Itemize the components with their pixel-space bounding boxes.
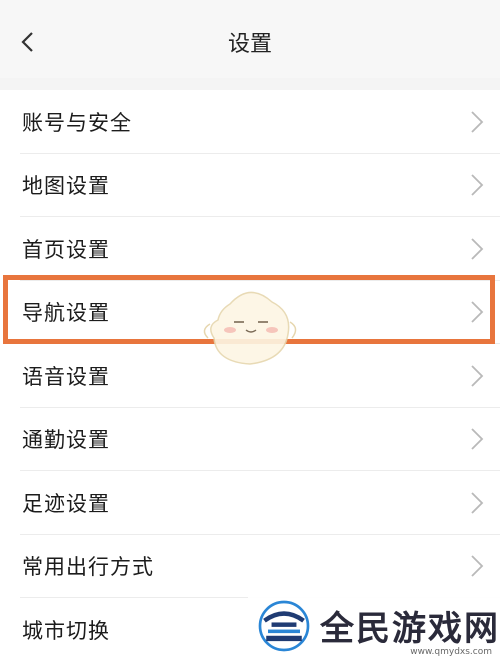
watermark-url: www.qmydxs.com [410, 647, 492, 657]
chevron-right-icon [471, 301, 484, 323]
settings-list: 账号与安全 地图设置 首页设置 导航设置 语音设置 通勤设置 足迹设置 常用出行… [0, 90, 500, 662]
settings-item-label: 导航设置 [22, 301, 110, 326]
chevron-right-icon [471, 492, 484, 514]
chevron-right-icon [471, 365, 484, 387]
page-title: 设置 [227, 32, 272, 57]
settings-item-label: 通勤设置 [22, 428, 110, 453]
settings-item-navigation[interactable]: 导航设置 [0, 281, 500, 345]
settings-item-label: 语音设置 [22, 364, 110, 389]
settings-item-label: 地图设置 [22, 174, 110, 199]
settings-item-label: 城市切换 [22, 618, 110, 643]
settings-item-voice[interactable]: 语音设置 [0, 344, 500, 408]
settings-item-label: 首页设置 [22, 237, 110, 262]
settings-item-travel-mode[interactable]: 常用出行方式 [0, 535, 500, 599]
settings-item-commute[interactable]: 通勤设置 [0, 408, 500, 472]
settings-item-map[interactable]: 地图设置 [0, 154, 500, 218]
site-logo-icon [258, 600, 310, 651]
site-watermark: 全民游戏网 www.qmydxs.com [248, 592, 500, 659]
settings-item-label: 常用出行方式 [22, 555, 154, 580]
settings-item-account-security[interactable]: 账号与安全 [0, 90, 500, 154]
settings-item-label: 账号与安全 [22, 110, 132, 135]
settings-item-footprint[interactable]: 足迹设置 [0, 471, 500, 535]
chevron-right-icon [471, 555, 484, 577]
top-bar: 设置 [0, 0, 500, 78]
chevron-right-icon [471, 174, 484, 196]
settings-item-label: 足迹设置 [22, 491, 110, 516]
chevron-right-icon [471, 111, 484, 133]
chevron-right-icon [471, 428, 484, 450]
chevron-right-icon [471, 238, 484, 260]
settings-item-home[interactable]: 首页设置 [0, 217, 500, 281]
watermark-text: 全民游戏网 [320, 609, 500, 649]
